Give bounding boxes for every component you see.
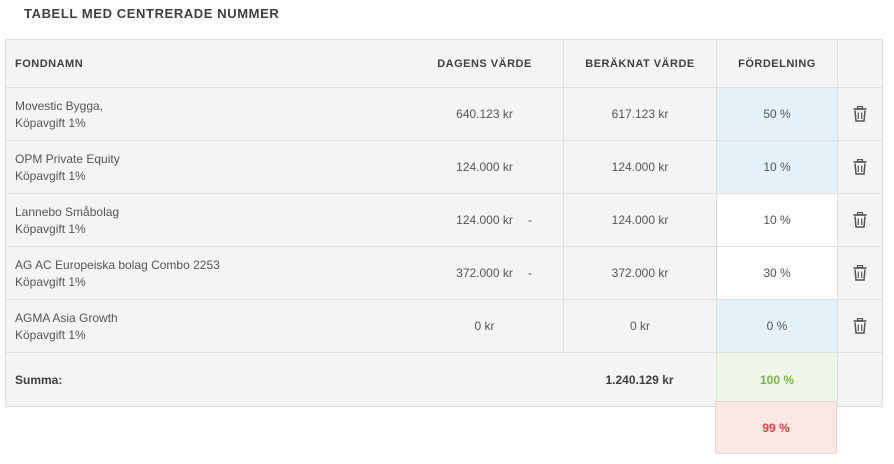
table-row: Movestic Bygga, Köpavgift 1% 640.123 kr …: [6, 87, 882, 140]
table-row: AG AC Europeiska bolag Combo 2253 Köpavg…: [6, 246, 882, 299]
delete-button[interactable]: [838, 300, 882, 352]
fund-name-cell: AG AC Europeiska bolag Combo 2253 Köpavg…: [6, 247, 406, 299]
trash-icon: [853, 159, 867, 175]
fund-name: Lannebo Småbolag: [15, 205, 120, 219]
header-dagens-varde: DAGENS VÄRDE: [437, 57, 532, 70]
beraknat-varde: 124.000 kr: [563, 141, 716, 193]
dagens-varde: 640.123 kr: [456, 107, 513, 121]
error-percent-badge: 99 %: [715, 401, 837, 454]
fordelning-input[interactable]: 0 %: [716, 300, 838, 352]
summary-total: 1.240.129 kr: [605, 372, 674, 387]
fund-name-cell: AGMA Asia Growth Köpavgift 1%: [6, 300, 406, 352]
funds-table: FONDNAMN DAGENS VÄRDE BERÄKNAT VÄRDE FÖR…: [5, 39, 883, 407]
fund-name: Movestic Bygga,: [15, 99, 104, 113]
header-beraknat-varde: BERÄKNAT VÄRDE: [563, 40, 716, 87]
fund-name: AGMA Asia Growth: [15, 311, 118, 325]
fordelning-input[interactable]: 50 %: [716, 88, 838, 140]
beraknat-varde: 617.123 kr: [563, 88, 716, 140]
dagens-varde: 124.000 kr: [456, 213, 513, 227]
delete-button[interactable]: [838, 194, 882, 246]
page-title: TABELL MED CENTRERADE NUMMER: [24, 6, 280, 21]
table-row: Lannebo Småbolag Köpavgift 1% 124.000 kr…: [6, 193, 882, 246]
header-actions: [838, 40, 882, 87]
fund-fee: Köpavgift 1%: [15, 328, 86, 342]
table-header-row: FONDNAMN DAGENS VÄRDE BERÄKNAT VÄRDE FÖR…: [6, 40, 882, 87]
fordelning-input[interactable]: 10 %: [716, 141, 838, 193]
row-dash: -: [528, 266, 532, 280]
delete-button[interactable]: [838, 88, 882, 140]
delete-button[interactable]: [838, 247, 882, 299]
summary-percent: 100 %: [716, 353, 838, 406]
trash-icon: [853, 265, 867, 281]
beraknat-varde: 124.000 kr: [563, 194, 716, 246]
fund-name-cell: Lannebo Småbolag Köpavgift 1%: [6, 194, 406, 246]
fund-fee: Köpavgift 1%: [15, 275, 86, 289]
row-dash: -: [528, 213, 532, 227]
fund-fee: Köpavgift 1%: [15, 222, 86, 236]
dagens-varde: 124.000 kr: [456, 160, 513, 174]
fund-fee: Köpavgift 1%: [15, 116, 86, 130]
fund-name-cell: Movestic Bygga, Köpavgift 1%: [6, 88, 406, 140]
fund-name: AG AC Europeiska bolag Combo 2253: [15, 258, 220, 272]
trash-icon: [853, 106, 867, 122]
dagens-varde: 0 kr: [474, 319, 495, 333]
table-row: AGMA Asia Growth Köpavgift 1% 0 kr 0 kr …: [6, 299, 882, 352]
summary-row: Summa: 1.240.129 kr 100 %: [6, 352, 882, 406]
fordelning-input[interactable]: 30 %: [716, 247, 838, 299]
trash-icon: [853, 318, 867, 334]
fund-name: OPM Private Equity: [15, 152, 120, 166]
delete-button[interactable]: [838, 141, 882, 193]
summary-label: Summa:: [15, 372, 63, 387]
trash-icon: [853, 212, 867, 228]
dagens-varde: 372.000 kr: [456, 266, 513, 280]
table-row: OPM Private Equity Köpavgift 1% 124.000 …: [6, 140, 882, 193]
fordelning-input[interactable]: 10 %: [716, 194, 838, 246]
beraknat-varde: 0 kr: [563, 300, 716, 352]
fund-name-cell: OPM Private Equity Köpavgift 1%: [6, 141, 406, 193]
header-fondnamn: FONDNAMN: [15, 57, 84, 70]
header-fordelning: FÖRDELNING: [716, 40, 838, 87]
fund-fee: Köpavgift 1%: [15, 169, 86, 183]
beraknat-varde: 372.000 kr: [563, 247, 716, 299]
summary-actions: [838, 353, 882, 406]
